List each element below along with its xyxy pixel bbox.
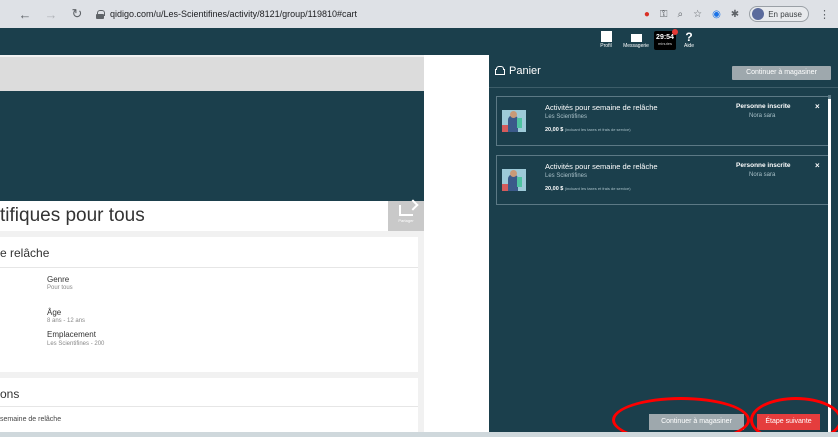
- location-label: Emplacement: [47, 330, 96, 339]
- timer-label: minutes: [657, 41, 672, 46]
- remove-item-icon[interactable]: ×: [815, 102, 820, 111]
- age-label: Âge: [47, 308, 62, 317]
- reload-icon[interactable]: ↻: [68, 6, 86, 22]
- extension-blue-icon[interactable]: ◉: [712, 9, 721, 20]
- aide-label: Aide: [683, 43, 694, 49]
- lock-icon[interactable]: [96, 9, 105, 19]
- section2-title: ons: [0, 387, 20, 401]
- item-title[interactable]: Activités pour semaine de relâche: [545, 162, 658, 171]
- continue-shopping-button-bottom[interactable]: Continuer à magasiner: [649, 414, 744, 430]
- item-organization: Les Scientifines: [545, 173, 588, 179]
- cart-item: Activités pour semaine de relâche Les Sc…: [496, 155, 829, 205]
- extension-icon[interactable]: ●: [644, 9, 650, 20]
- person-name: Nora sara: [749, 172, 776, 178]
- genre-value: Pour tous: [47, 285, 73, 291]
- help-icon: ?: [685, 30, 693, 44]
- price-note: (incluant les taxes et frais de service): [564, 127, 631, 132]
- profil-label: Profil: [600, 43, 612, 49]
- taskbar-strip: [0, 432, 838, 437]
- item-title[interactable]: Activités pour semaine de relâche: [545, 103, 658, 112]
- scrollbar-thumb[interactable]: [828, 99, 831, 433]
- genre-label: Genre: [47, 275, 70, 284]
- menu-icon[interactable]: ⋮: [819, 8, 830, 21]
- envelope-icon: [630, 34, 642, 42]
- timer-value: 29:54: [656, 34, 674, 41]
- share-label: Partager: [398, 218, 414, 223]
- zoom-icon[interactable]: ⌕: [677, 9, 683, 20]
- puzzle-icon[interactable]: ✱: [731, 9, 739, 20]
- share-button[interactable]: Partager: [388, 201, 424, 231]
- activity-banner: [0, 91, 424, 201]
- profile-button[interactable]: En pause: [749, 6, 809, 22]
- scrollbar[interactable]: [828, 95, 831, 435]
- title-bar: tifiques pour tous Partager: [0, 201, 424, 231]
- item-organization: Les Scientifines: [545, 114, 588, 120]
- groups-card: ons semaine de relâche: [0, 378, 418, 437]
- share-icon: [399, 205, 413, 216]
- key-icon[interactable]: ⚿: [660, 9, 668, 20]
- cart-item: Activités pour semaine de relâche Les Sc…: [496, 96, 829, 146]
- back-arrow-icon[interactable]: ←: [16, 7, 34, 22]
- next-step-button[interactable]: Étape suivante: [757, 414, 820, 430]
- item-price: 20,00 $ (incluant les taxes et frais de …: [545, 186, 631, 192]
- notification-dot: [672, 29, 678, 35]
- price-note: (incluant les taxes et frais de service): [564, 186, 631, 191]
- bookmark-star-icon[interactable]: ☆: [693, 9, 702, 20]
- person-label: Personne inscrite: [736, 162, 791, 169]
- cart-header: Panier Continuer à magasiner: [489, 55, 838, 87]
- aide-link[interactable]: ? Aide: [682, 31, 696, 49]
- age-value: 8 ans - 12 ans: [47, 318, 86, 324]
- profile-icon: [600, 31, 612, 42]
- cart-panel: Panier Continuer à magasiner Activités p…: [489, 55, 838, 437]
- divider: [0, 406, 418, 407]
- activity-page: tifiques pour tous Partager e relâche Ge…: [0, 55, 424, 437]
- messages-label: Messagerie: [623, 43, 649, 49]
- divider: [489, 87, 838, 88]
- cart-title: Panier: [509, 65, 541, 77]
- person-label: Personne inscrite: [736, 103, 791, 110]
- activity-thumbnail: [502, 169, 526, 191]
- forward-arrow-icon[interactable]: →: [42, 7, 60, 22]
- item-price: 20,00 $ (incluant les taxes et frais de …: [545, 127, 631, 133]
- address-bar[interactable]: qidigo.com/u/Les-Scientifines/activity/8…: [110, 9, 357, 19]
- site-header: Profil Messagerie 29:54 minutes ? Aide: [0, 28, 838, 55]
- cart-timer[interactable]: 29:54 minutes: [654, 29, 678, 50]
- remove-item-icon[interactable]: ×: [815, 161, 820, 170]
- price-value: 20,00 $: [545, 127, 564, 133]
- messages-link[interactable]: Messagerie: [622, 31, 650, 49]
- profile-status: En pause: [768, 9, 802, 19]
- section-title: e relâche: [0, 246, 50, 260]
- activity-thumbnail: [502, 110, 526, 132]
- price-value: 20,00 $: [545, 186, 564, 192]
- top-band: [0, 57, 424, 91]
- profil-link[interactable]: Profil: [595, 31, 617, 49]
- group-item[interactable]: semaine de relâche: [0, 416, 61, 423]
- continue-shopping-button[interactable]: Continuer à magasiner: [732, 66, 831, 80]
- page-title: tifiques pour tous: [0, 205, 145, 226]
- avatar: [752, 8, 765, 20]
- basket-icon: [495, 66, 505, 75]
- location-value: Les Scientifines - 200: [47, 341, 105, 347]
- browser-toolbar: ← → ↻ qidigo.com/u/Les-Scientifines/acti…: [0, 0, 838, 28]
- info-card: e relâche Genre Pour tous Âge 8 ans - 12…: [0, 237, 418, 372]
- person-name: Nora sara: [749, 113, 776, 119]
- divider: [0, 267, 418, 268]
